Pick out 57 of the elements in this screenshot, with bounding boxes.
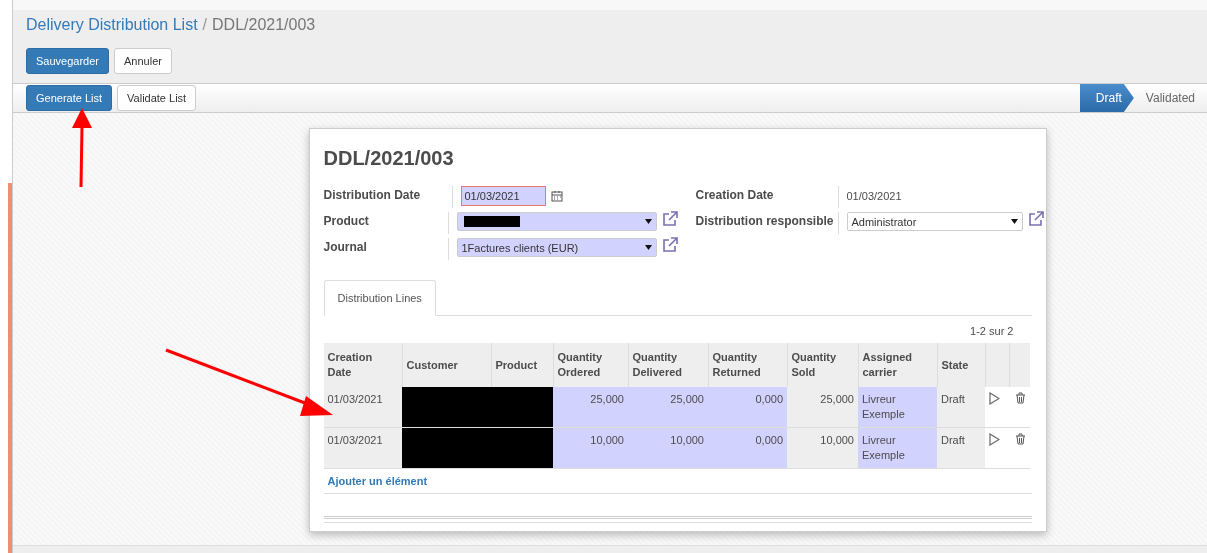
table-cell: 25,000: [553, 387, 628, 428]
calendar-icon: [550, 190, 563, 202]
breadcrumb-current: DDL/2021/003: [212, 16, 316, 34]
breadcrumb-separator: /: [202, 16, 208, 34]
tab[interactable]: Distribution Lines: [323, 280, 436, 316]
table-cell: Livreur Exemple: [858, 387, 937, 428]
column-header[interactable]: Quantity Returned: [708, 343, 787, 387]
table-cell: 01/03/2021: [323, 387, 402, 428]
breadcrumb-link[interactable]: Delivery Distribution List: [26, 16, 198, 34]
table-cell: 10,000: [553, 427, 628, 469]
column-header[interactable]: State: [937, 343, 985, 387]
caret-icon: [644, 219, 652, 224]
status-step[interactable]: Validated: [1133, 84, 1207, 112]
table-cell: Draft: [937, 387, 985, 428]
caret-icon: [644, 245, 652, 250]
add-line-link[interactable]: Ajouter un élément: [327, 475, 428, 487]
field-label: Distribution responsible: [695, 212, 839, 234]
external-link-icon: [661, 210, 678, 227]
action-button[interactable]: Validate List: [117, 85, 197, 111]
table-cell: Livreur Exemple: [858, 427, 937, 469]
external-link-icon: [661, 236, 678, 253]
record-title: DDL/2021/003: [323, 147, 455, 170]
date-field[interactable]: 01/03/2021: [460, 186, 546, 206]
trash-icon: [1014, 433, 1026, 445]
field-label: Creation Date: [695, 186, 839, 208]
field-label: Product: [323, 212, 449, 234]
select-field[interactable]: Administrator: [846, 212, 1023, 231]
column-header[interactable]: Quantity Ordered: [553, 343, 628, 387]
column-header[interactable]: Quantity Delivered: [628, 343, 708, 387]
select-field[interactable]: [456, 212, 657, 231]
table-cell: 25,000: [787, 387, 858, 428]
column-header[interactable]: Creation Date: [323, 343, 402, 387]
table-cell: 10,000: [628, 427, 708, 469]
column-header[interactable]: Product: [491, 343, 553, 387]
table-cell: 0,000: [708, 387, 787, 428]
table-cell: 0,000: [708, 427, 787, 469]
field-label: Distribution Date: [323, 186, 453, 208]
field-value: 01/03/2021: [846, 189, 902, 202]
external-link-icon: [1027, 210, 1044, 227]
action-button[interactable]: Sauvegarder: [26, 48, 109, 74]
column-header[interactable]: Quantity Sold: [787, 343, 858, 387]
table-cell: 25,000: [628, 387, 708, 428]
action-button[interactable]: Annuler: [114, 48, 172, 74]
table-cell: Draft: [937, 427, 985, 469]
select-field[interactable]: 1Factures clients (EUR): [456, 238, 657, 257]
status-step[interactable]: Draft: [1079, 84, 1134, 112]
column-header[interactable]: Customer: [402, 343, 491, 387]
pager-text: 1-2 sur 2: [969, 324, 1015, 339]
caret-icon: [1010, 219, 1018, 224]
table-cell: 01/03/2021: [323, 427, 402, 469]
play-icon: [989, 433, 1000, 446]
field-label: Journal: [323, 238, 449, 260]
table-cell: 10,000: [787, 427, 858, 469]
action-button[interactable]: Generate List: [26, 85, 113, 111]
trash-icon: [1014, 392, 1026, 404]
column-header[interactable]: Assigned carrier: [858, 343, 937, 387]
play-icon: [989, 392, 1000, 405]
